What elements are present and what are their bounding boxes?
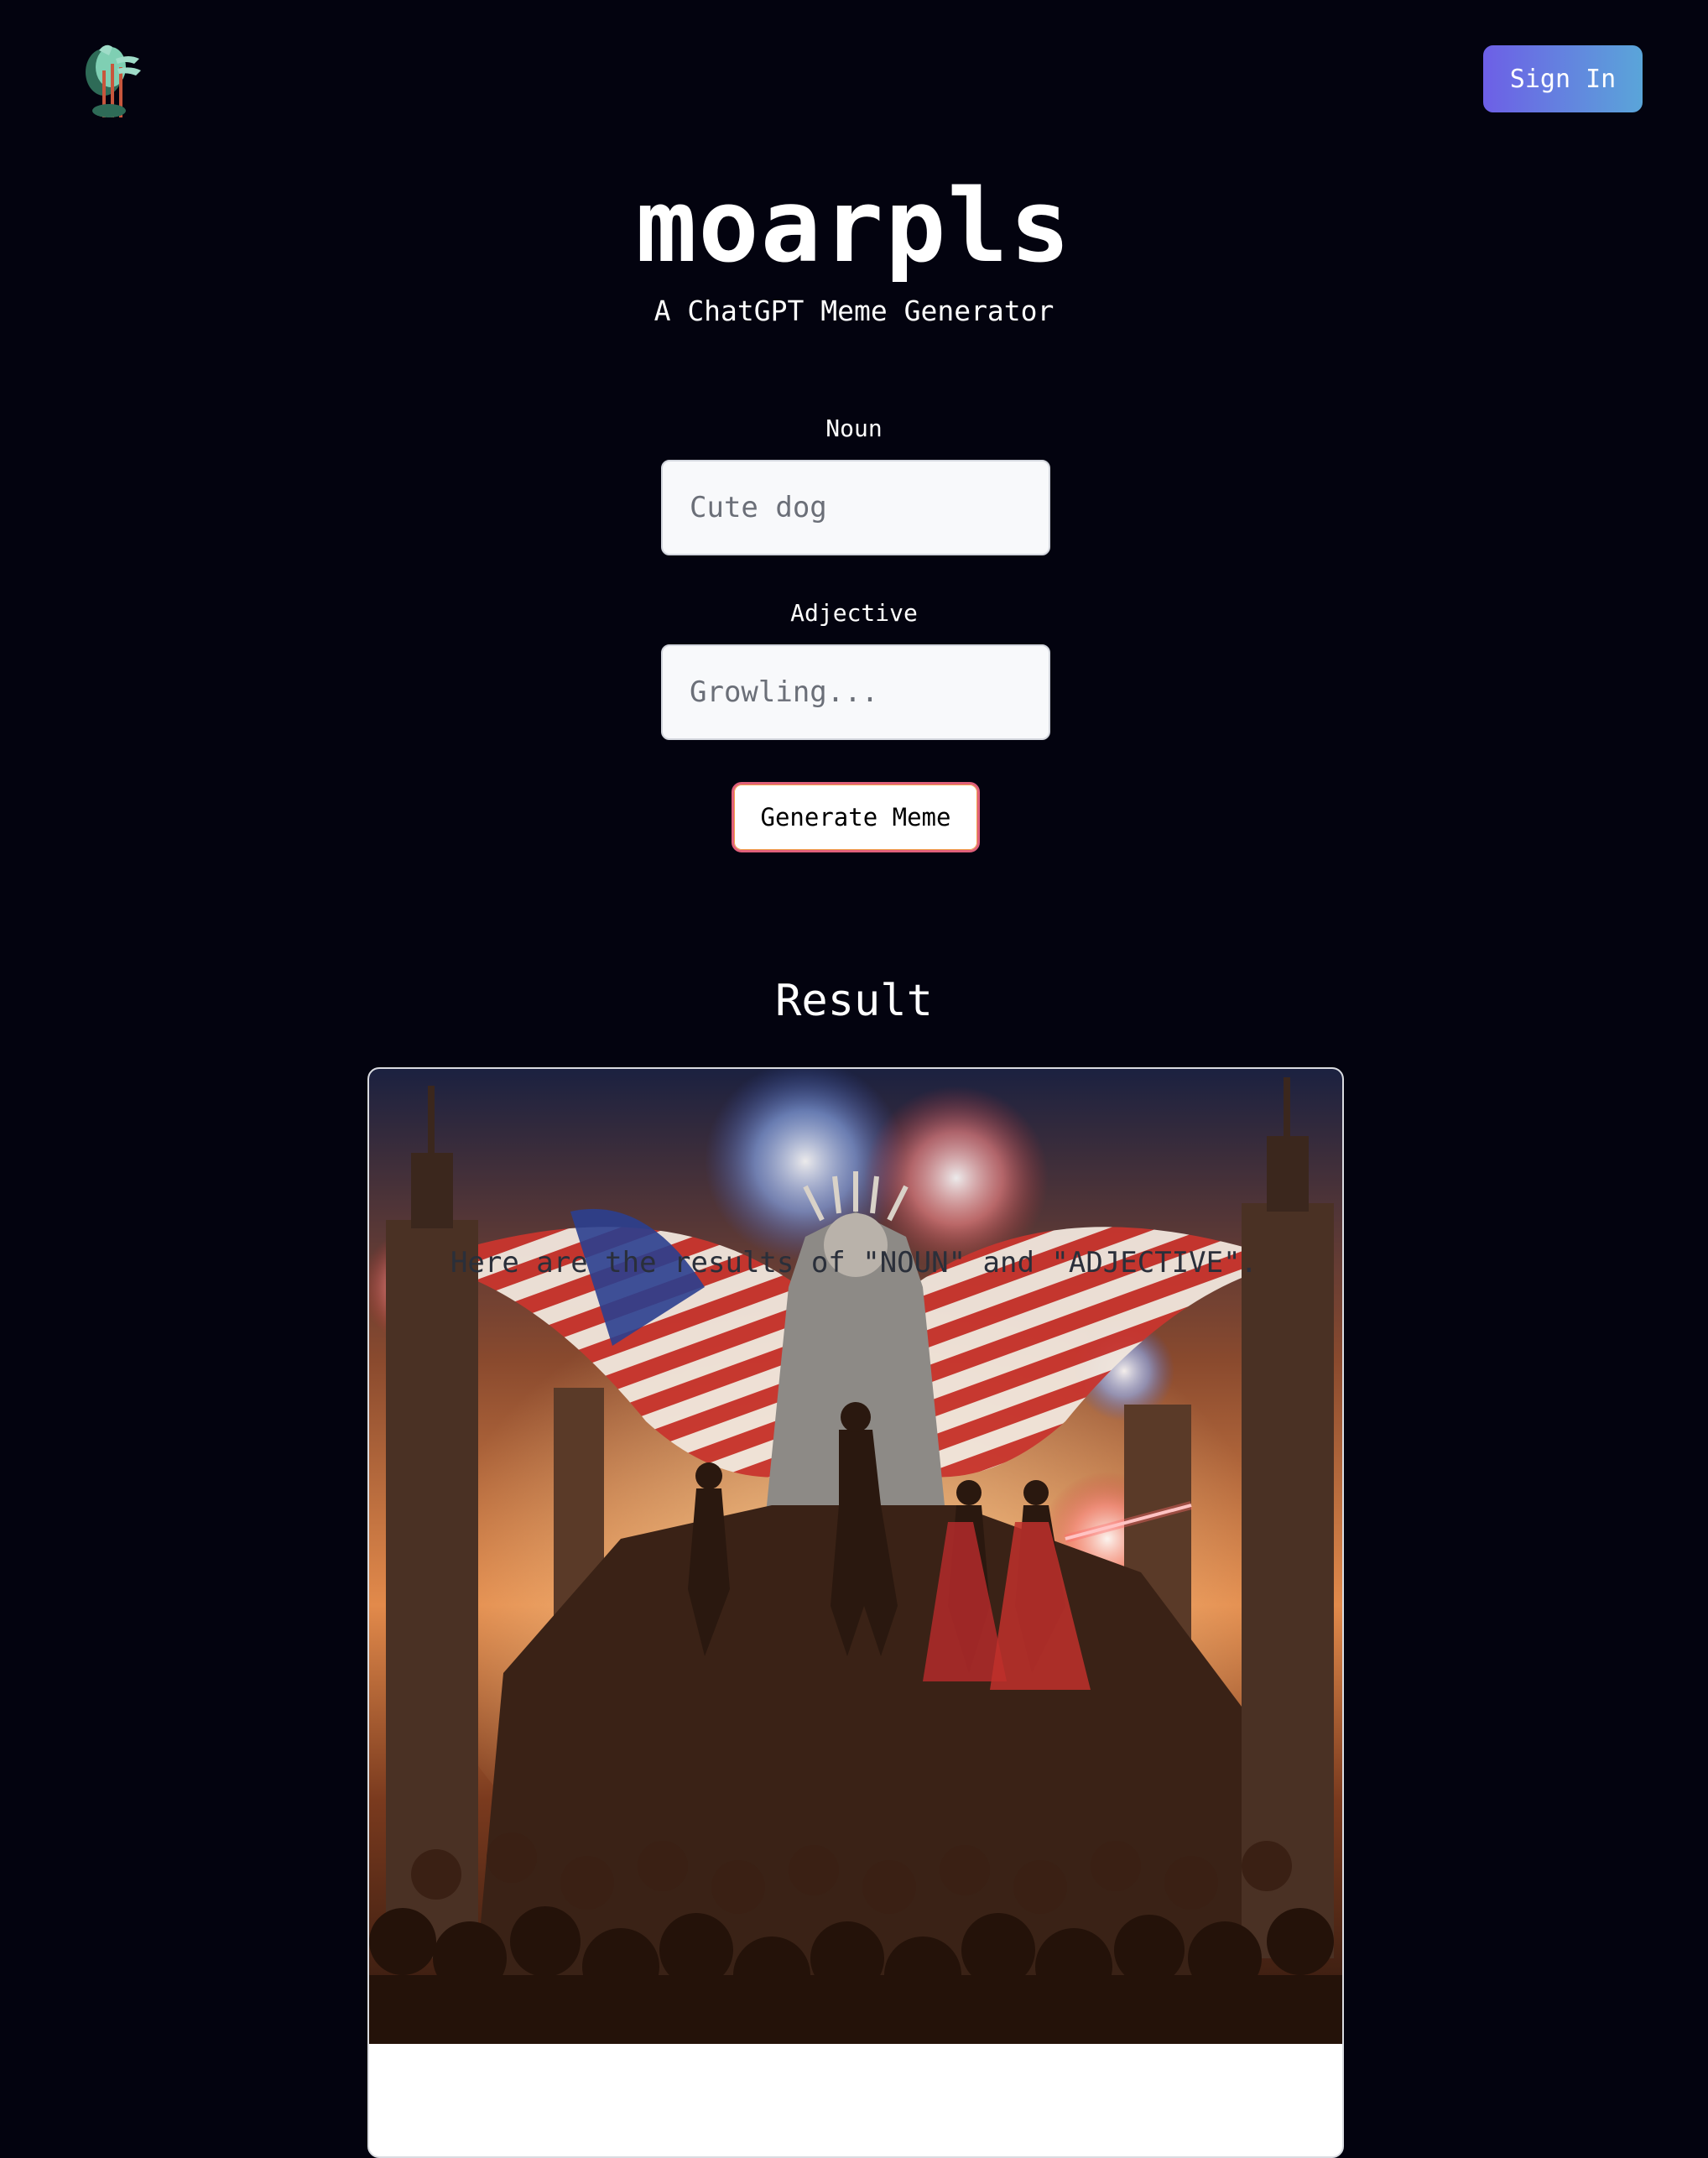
tree-logo-icon[interactable] xyxy=(79,39,146,119)
result-caption: Here are the results of "NOUN" and "ADJE… xyxy=(450,1246,1258,1280)
app-subtitle: A ChatGPT Meme Generator xyxy=(654,295,1054,327)
adjective-label: Adjective xyxy=(790,599,918,627)
adjective-input[interactable] xyxy=(661,644,1050,740)
sign-in-button[interactable]: Sign In xyxy=(1483,45,1643,112)
noun-input[interactable] xyxy=(661,460,1050,555)
top-header: Sign In xyxy=(0,0,1708,159)
result-heading: Result xyxy=(775,976,933,1026)
noun-label: Noun xyxy=(825,414,883,442)
app-title: moarpls xyxy=(636,169,1072,285)
generated-meme-image xyxy=(369,1069,1342,2044)
result-card xyxy=(367,1067,1344,2158)
generate-meme-button[interactable]: Generate Meme xyxy=(732,782,980,852)
